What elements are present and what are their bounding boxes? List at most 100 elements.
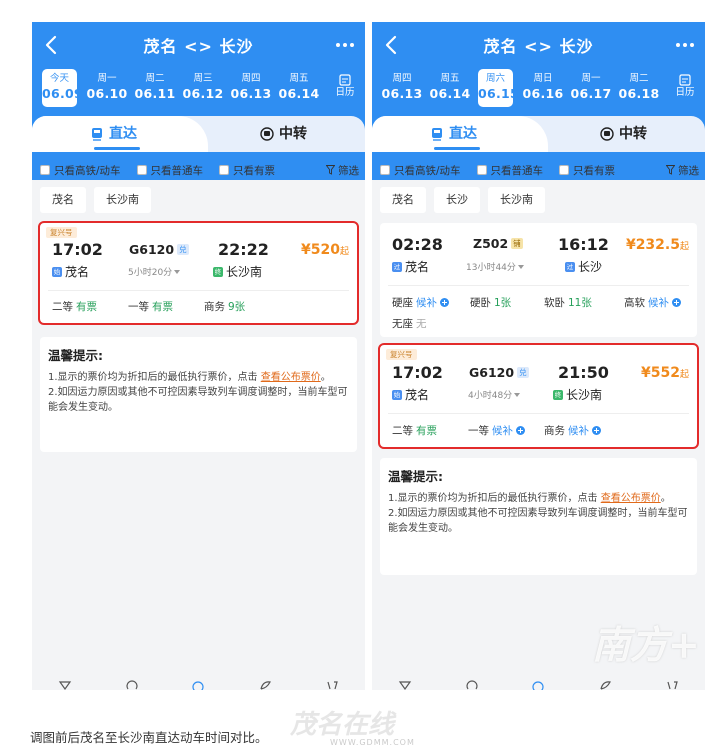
train-tab-icon[interactable] bbox=[191, 680, 205, 690]
arrival-time: 21:50 bbox=[558, 363, 609, 382]
train-number: G6120 兑 bbox=[129, 242, 189, 257]
seat-status: 无 bbox=[416, 318, 427, 330]
seat-class[interactable]: 硬座 候补 bbox=[392, 295, 449, 310]
date-item[interactable]: 周二 06.18 bbox=[615, 69, 663, 107]
view-fare-link[interactable]: 查看公布票价 bbox=[261, 372, 321, 383]
station-chip[interactable]: 茂名 bbox=[380, 187, 426, 213]
seat-status: 有票 bbox=[416, 425, 437, 437]
filter-icon[interactable] bbox=[398, 680, 412, 690]
filter-checkbox[interactable]: 只看有票 bbox=[559, 163, 615, 178]
date-item[interactable]: 周五 06.14 bbox=[275, 69, 323, 107]
filter-label: 只看普通车 bbox=[150, 164, 204, 177]
train-card[interactable]: 复兴号 17:02 始茂名 G6120 兑 5小时20分 22:22 终长沙南 ¥… bbox=[38, 221, 359, 325]
sort-icon[interactable] bbox=[325, 680, 339, 690]
date-item[interactable]: 周五 06.14 bbox=[426, 69, 474, 107]
date-item[interactable]: 周四 06.13 bbox=[378, 69, 426, 107]
station-chip[interactable]: 长沙南 bbox=[488, 187, 545, 213]
seat-class[interactable]: 商务 9张 bbox=[204, 299, 245, 314]
nanfang-watermark: 南方+ bbox=[592, 622, 700, 667]
seat-class[interactable]: 一等 候补 bbox=[468, 423, 525, 438]
plus-icon bbox=[440, 298, 449, 307]
arrival-station-name: 长沙南 bbox=[566, 388, 603, 402]
site-watermark-url: WWW.GDMM.COM bbox=[330, 738, 415, 747]
filter-button[interactable]: 筛选 bbox=[326, 163, 359, 178]
date-item[interactable]: 周二 06.11 bbox=[131, 69, 179, 107]
station-chip[interactable]: 长沙 bbox=[434, 187, 480, 213]
station-chip[interactable]: 长沙南 bbox=[94, 187, 151, 213]
checkbox-box bbox=[559, 165, 570, 175]
tab-transfer[interactable]: 中转 bbox=[260, 116, 307, 152]
tab-transfer[interactable]: 中转 bbox=[600, 116, 647, 152]
departure-station-name: 茂名 bbox=[65, 265, 90, 279]
view-fare-link[interactable]: 查看公布票价 bbox=[601, 493, 661, 504]
leaf-icon[interactable] bbox=[258, 680, 272, 690]
date-item[interactable]: 周一 06.17 bbox=[567, 69, 615, 107]
seat-status: 有票 bbox=[152, 301, 173, 313]
train-card[interactable]: 02:28 过茂名 Z502 铺 13小时44分 16:12 过长沙 ¥232.5… bbox=[380, 223, 697, 337]
departure-station: 始茂名 bbox=[52, 263, 89, 280]
train-number-text: Z502 bbox=[473, 236, 509, 251]
arrival-station: 终长沙南 bbox=[553, 386, 602, 403]
duration[interactable]: 13小时44分 bbox=[466, 260, 524, 273]
seat-name: 高软 bbox=[624, 297, 645, 309]
duration[interactable]: 5小时20分 bbox=[128, 265, 181, 278]
train-number-text: G6120 bbox=[469, 365, 515, 380]
date-weekday: 周三 bbox=[193, 73, 213, 84]
station-chip[interactable]: 茂名 bbox=[40, 187, 86, 213]
more-icon[interactable] bbox=[675, 42, 695, 48]
tips-card: 温馨提示: 1.显示的票价均为折扣后的最低执行票价，点击 查看公布票价。 2.如… bbox=[40, 337, 357, 452]
date-item[interactable]: 周四 06.13 bbox=[227, 69, 275, 107]
train-tab-icon[interactable] bbox=[531, 680, 545, 690]
date-item[interactable]: 周一 06.10 bbox=[83, 69, 131, 107]
clock-icon[interactable] bbox=[125, 680, 139, 690]
price: ¥520起 bbox=[301, 242, 349, 258]
calendar-button[interactable]: 日历 bbox=[673, 73, 697, 99]
site-watermark: 茂名在线 WWW.GDMM.COM bbox=[290, 712, 415, 747]
date-weekday: 周日 bbox=[533, 73, 553, 84]
seat-class[interactable]: 商务 候补 bbox=[544, 423, 601, 438]
calendar-icon bbox=[339, 74, 351, 86]
price: ¥232.5起 bbox=[626, 237, 689, 253]
calendar-button[interactable]: 日历 bbox=[333, 73, 357, 99]
sort-icon[interactable] bbox=[665, 680, 679, 690]
filter-checkbox[interactable]: 只看高铁/动车 bbox=[40, 163, 121, 178]
clock-icon[interactable] bbox=[465, 680, 479, 690]
seat-class[interactable]: 一等 有票 bbox=[128, 299, 173, 314]
date-weekday: 周五 bbox=[289, 73, 309, 84]
seat-class[interactable]: 软卧 11张 bbox=[544, 295, 592, 310]
seat-status: 11张 bbox=[568, 297, 592, 309]
filter-checkbox[interactable]: 只看有票 bbox=[219, 163, 275, 178]
seat-name: 软卧 bbox=[544, 297, 565, 309]
tab-bar: 直达 中转 bbox=[372, 116, 705, 152]
leaf-icon[interactable] bbox=[598, 680, 612, 690]
seat-class[interactable]: 无座无 bbox=[392, 316, 427, 331]
filter-checkbox[interactable]: 只看普通车 bbox=[476, 163, 543, 178]
seat-class[interactable]: 硬卧 1张 bbox=[470, 295, 511, 310]
filter-checkbox[interactable]: 只看普通车 bbox=[136, 163, 204, 178]
seat-class[interactable]: 高软 候补 bbox=[624, 295, 681, 310]
fuxing-tag: 复兴号 bbox=[46, 227, 77, 238]
more-icon[interactable] bbox=[335, 42, 355, 48]
price-value: ¥232.5 bbox=[625, 237, 680, 253]
filter-icon[interactable] bbox=[58, 680, 72, 690]
date-item[interactable]: 周六 06.15 bbox=[478, 69, 519, 107]
arrival-station-name: 长沙 bbox=[578, 260, 603, 274]
seat-class[interactable]: 二等 有票 bbox=[392, 423, 437, 438]
date-item[interactable]: 今天 06.09 bbox=[42, 69, 83, 107]
filter-checkbox[interactable]: 只看高铁/动车 bbox=[380, 163, 461, 178]
seat-name: 商务 bbox=[204, 301, 225, 313]
date-item[interactable]: 周日 06.16 bbox=[519, 69, 567, 107]
train-card[interactable]: 复兴号 17:02 始茂名 G6120 兑 4小时48分 21:50 终长沙南 ¥… bbox=[378, 343, 699, 449]
date-item[interactable]: 周三 06.12 bbox=[179, 69, 227, 107]
seat-status: 候补 bbox=[416, 297, 437, 309]
arrival-station: 终长沙南 bbox=[213, 263, 262, 280]
filter-button[interactable]: 筛选 bbox=[666, 163, 699, 178]
date-selector: 今天 06.09 周一 06.10 周二 06.11 周三 06.12 周四 06.13 … bbox=[38, 69, 365, 107]
tips-title: 温馨提示: bbox=[388, 469, 443, 484]
duration[interactable]: 4小时48分 bbox=[468, 388, 521, 401]
seat-status: 候补 bbox=[492, 425, 513, 437]
filter-row: 只看高铁/动车 只看普通车 只看有票 筛选 bbox=[40, 160, 359, 180]
filter-button-label: 筛选 bbox=[338, 164, 359, 177]
pass-station-icon: 过 bbox=[565, 261, 575, 272]
seat-class[interactable]: 二等 有票 bbox=[52, 299, 97, 314]
